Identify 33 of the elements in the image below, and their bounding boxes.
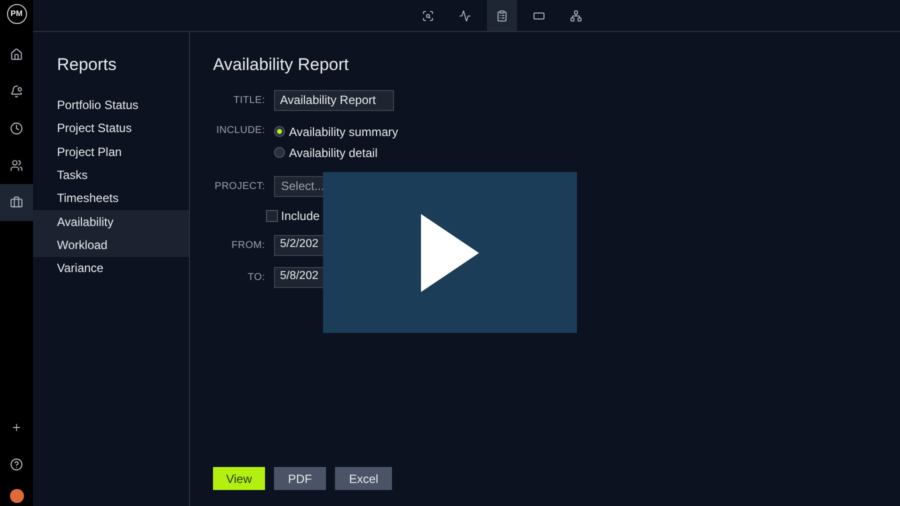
title-field[interactable]: Availability Report: [274, 90, 394, 110]
include-label: INCLUDE:: [215, 124, 265, 138]
clipboard-icon[interactable]: [486, 0, 516, 31]
add-icon[interactable]: [11, 422, 22, 433]
sidebar-item[interactable]: Portfolio Status: [33, 94, 189, 117]
help-icon[interactable]: [10, 458, 23, 471]
action-button[interactable]: View: [213, 467, 265, 490]
radio-button[interactable]: [274, 126, 285, 137]
sidebar-item[interactable]: Variance: [33, 256, 189, 280]
radio-label: Availability detail: [289, 144, 378, 162]
sidebar-item[interactable]: Tasks: [33, 163, 189, 187]
title-label: TITLE:: [232, 94, 265, 108]
play-icon[interactable]: [421, 214, 479, 292]
report-heading: Availability Report: [213, 54, 350, 76]
checkbox-label: Include: [281, 208, 320, 224]
checkbox[interactable]: [266, 210, 278, 222]
briefcase-icon[interactable]: [0, 184, 33, 221]
avatar[interactable]: [10, 489, 24, 503]
sidebar-item[interactable]: Workload: [33, 233, 189, 257]
action-button[interactable]: Excel: [335, 467, 392, 490]
logo[interactable]: PM: [6, 4, 26, 24]
sidebar-item[interactable]: Availability: [33, 210, 189, 234]
project-label: PROJECT:: [214, 180, 265, 194]
sidebar-item[interactable]: Timesheets: [33, 186, 189, 210]
sidebar-item[interactable]: Project Status: [33, 116, 189, 140]
radio-label: Availability summary: [289, 124, 398, 140]
video-overlay[interactable]: [323, 172, 577, 333]
radio-button[interactable]: [274, 147, 285, 158]
action-button[interactable]: PDF: [274, 467, 326, 490]
sidebar-title: Reports: [56, 54, 118, 76]
date-label: TO:: [246, 270, 265, 284]
date-label: FROM:: [230, 238, 265, 252]
sidebar-item[interactable]: Project Plan: [33, 140, 189, 164]
